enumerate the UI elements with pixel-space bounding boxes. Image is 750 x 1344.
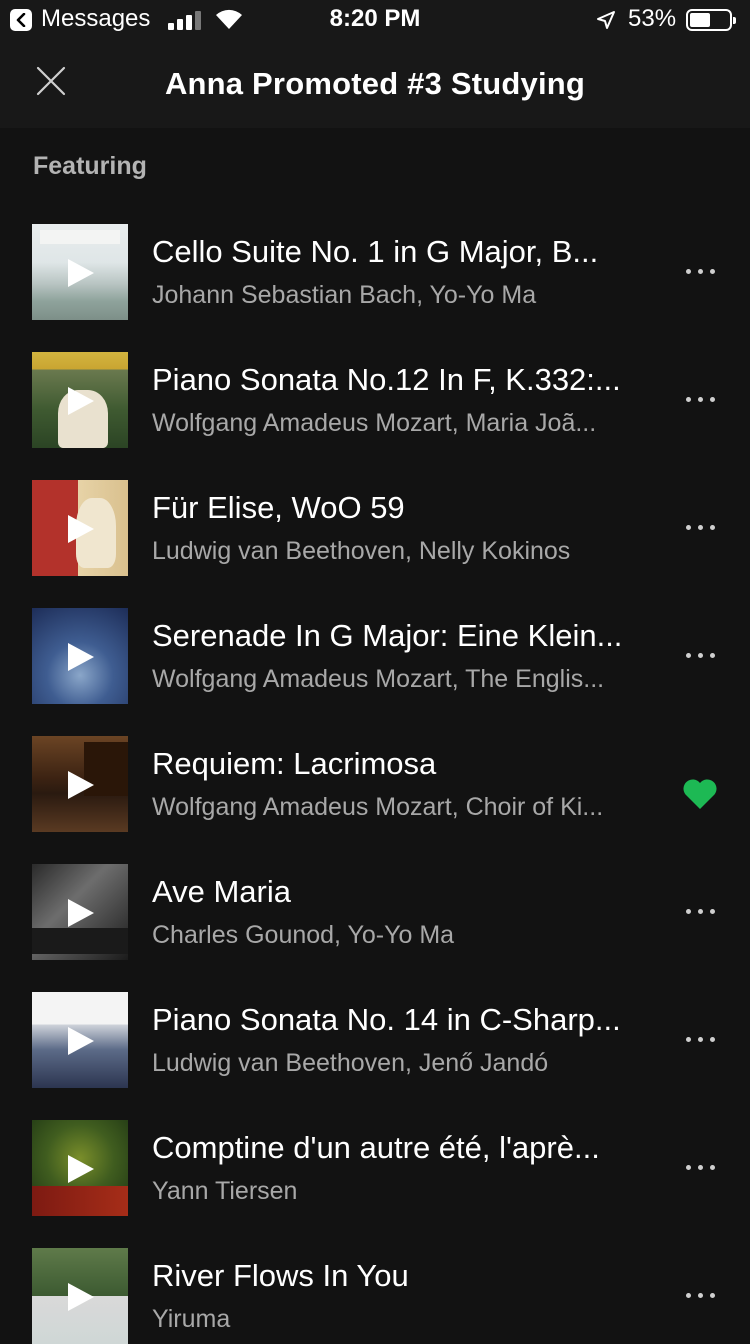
track-row[interactable]: Für Elise, WoO 59 Ludwig van Beethoven, … bbox=[0, 480, 750, 576]
play-icon bbox=[68, 899, 94, 927]
track-row[interactable]: Piano Sonata No.12 In F, K.332:... Wolfg… bbox=[0, 352, 750, 448]
album-art[interactable] bbox=[32, 480, 128, 576]
section-heading: Featuring bbox=[33, 152, 147, 180]
track-artists: Yann Tiersen bbox=[152, 1177, 298, 1205]
track-title: Serenade In G Major: Eine Klein... bbox=[152, 618, 623, 653]
track-title: River Flows In You bbox=[152, 1258, 409, 1293]
page-title: Anna Promoted #3 Studying bbox=[164, 66, 586, 101]
track-artists: Ludwig van Beethoven, Nelly Kokinos bbox=[152, 537, 571, 565]
play-icon bbox=[68, 259, 94, 287]
track-title: Comptine d'un autre été, l'aprè... bbox=[152, 1130, 600, 1165]
liked-heart-button[interactable] bbox=[682, 778, 722, 814]
more-options-button[interactable] bbox=[676, 1278, 726, 1314]
play-icon bbox=[68, 771, 94, 799]
album-art[interactable] bbox=[32, 608, 128, 704]
track-artists: Charles Gounod, Yo-Yo Ma bbox=[152, 921, 455, 949]
play-icon bbox=[68, 515, 94, 543]
status-bar: Messages 8:20 PM 53% bbox=[0, 0, 750, 40]
track-artists: Johann Sebastian Bach, Yo-Yo Ma bbox=[152, 281, 537, 309]
track-row[interactable]: Ave Maria Charles Gounod, Yo-Yo Ma bbox=[0, 864, 750, 960]
more-options-button[interactable] bbox=[676, 382, 726, 418]
album-art[interactable] bbox=[32, 864, 128, 960]
track-title: Ave Maria bbox=[152, 874, 291, 909]
track-title: Requiem: Lacrimosa bbox=[152, 746, 437, 781]
album-art[interactable] bbox=[32, 1248, 128, 1344]
track-artists: Ludwig van Beethoven, Jenő Jandó bbox=[152, 1049, 549, 1077]
more-options-button[interactable] bbox=[676, 1150, 726, 1186]
track-row[interactable]: River Flows In You Yiruma bbox=[0, 1248, 750, 1344]
album-art[interactable] bbox=[32, 352, 128, 448]
more-options-button[interactable] bbox=[676, 1022, 726, 1058]
track-artists: Wolfgang Amadeus Mozart, Choir of Ki... bbox=[152, 793, 604, 821]
battery-percentage: 53% bbox=[628, 5, 677, 32]
album-art[interactable] bbox=[32, 1120, 128, 1216]
track-title: Piano Sonata No.12 In F, K.332:... bbox=[152, 362, 621, 397]
play-icon bbox=[68, 1027, 94, 1055]
track-row[interactable]: Cello Suite No. 1 in G Major, B... Johan… bbox=[0, 224, 750, 320]
more-options-button[interactable] bbox=[676, 638, 726, 674]
play-icon bbox=[68, 1283, 94, 1311]
more-options-button[interactable] bbox=[676, 254, 726, 290]
playlist-header: Anna Promoted #3 Studying bbox=[0, 40, 750, 128]
album-art[interactable] bbox=[32, 992, 128, 1088]
album-art[interactable] bbox=[32, 736, 128, 832]
album-art[interactable] bbox=[32, 224, 128, 320]
track-row[interactable]: Serenade In G Major: Eine Klein... Wolfg… bbox=[0, 608, 750, 704]
play-icon bbox=[68, 387, 94, 415]
track-row[interactable]: Requiem: Lacrimosa Wolfgang Amadeus Moza… bbox=[0, 736, 750, 832]
track-artists: Wolfgang Amadeus Mozart, Maria Joã... bbox=[152, 409, 597, 437]
battery-icon bbox=[686, 9, 736, 31]
location-arrow-icon bbox=[597, 11, 615, 29]
play-icon bbox=[68, 643, 94, 671]
play-icon bbox=[68, 1155, 94, 1183]
track-row[interactable]: Comptine d'un autre été, l'aprè... Yann … bbox=[0, 1120, 750, 1216]
more-options-button[interactable] bbox=[676, 894, 726, 930]
track-row[interactable]: Piano Sonata No. 14 in C-Sharp... Ludwig… bbox=[0, 992, 750, 1088]
more-options-button[interactable] bbox=[676, 510, 726, 546]
track-title: Für Elise, WoO 59 bbox=[152, 490, 405, 525]
track-title: Cello Suite No. 1 in G Major, B... bbox=[152, 234, 599, 269]
track-artists: Wolfgang Amadeus Mozart, The Englis... bbox=[152, 665, 605, 693]
heart-icon bbox=[683, 779, 717, 809]
track-artists: Yiruma bbox=[152, 1305, 231, 1333]
track-title: Piano Sonata No. 14 in C-Sharp... bbox=[152, 1002, 621, 1037]
